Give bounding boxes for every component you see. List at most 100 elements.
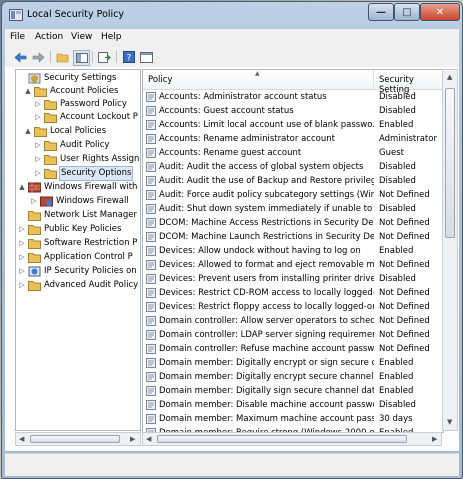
table-row[interactable]: Domain member: Digitally encrypt or sign… <box>143 356 443 370</box>
scroll-right-arrow-icon[interactable]: ▶ <box>432 435 437 443</box>
table-row[interactable]: Audit: Force audit policy subcategory se… <box>143 188 443 202</box>
title-bar[interactable]: Local Security Policy — □ ✕ <box>2 2 462 28</box>
close-button[interactable]: ✕ <box>420 3 460 21</box>
tree-horizontal-scrollbar[interactable]: ◀ ▶ <box>15 432 141 446</box>
expand-arrow-icon[interactable]: ▷ <box>18 223 26 236</box>
firewall-icon <box>28 182 41 193</box>
table-row[interactable]: Accounts: Administrator account status Di… <box>143 90 443 104</box>
list-horizontal-scrollbar[interactable]: ◀ ▶ <box>142 432 442 446</box>
security-setting-value: Not Defined <box>379 218 430 228</box>
show-hide-tree-icon[interactable] <box>73 50 90 66</box>
tree-item-security-options[interactable]: ▷ Security Options <box>34 166 134 181</box>
policy-icon <box>146 414 156 424</box>
table-row[interactable]: Audit: Shut down system immediately if u… <box>143 202 443 216</box>
tree-item-windows-firewall[interactable]: ▷ Windows Firewall <box>30 195 129 208</box>
policy-name: Domain member: Digitally encrypt or sign… <box>159 358 374 368</box>
scroll-up-arrow-icon[interactable]: ▲ <box>447 73 452 81</box>
table-row[interactable]: Devices: Allowed to format and eject rem… <box>143 258 443 272</box>
table-row[interactable]: Accounts: Limit local account use of bla… <box>143 118 443 132</box>
tree-item-label: Public Key Policies <box>44 224 122 234</box>
tree-item-application-control-policies[interactable]: ▷ Application Control P <box>18 251 133 264</box>
table-row[interactable]: Accounts: Rename guest account Guest <box>143 146 443 160</box>
tree-item-network-list-manager[interactable]: Network List Manager <box>18 209 137 222</box>
sort-arrow-icon: ▲ <box>255 70 260 77</box>
tree-item-account-policies[interactable]: ▲ Account Policies <box>24 85 118 98</box>
expand-arrow-icon[interactable]: ▷ <box>18 265 26 278</box>
tree-item-user-rights-assignment[interactable]: ▷ User Rights Assign <box>34 153 139 166</box>
table-row[interactable]: Devices: Restrict floppy access to local… <box>143 300 443 314</box>
scroll-left-arrow-icon[interactable]: ◀ <box>19 435 24 443</box>
folder-icon <box>34 87 47 97</box>
folder-icon <box>44 169 57 179</box>
policy-name: Accounts: Rename guest account <box>159 148 302 158</box>
expand-arrow-icon[interactable]: ▷ <box>34 167 42 180</box>
expand-arrow-icon[interactable]: ▷ <box>18 237 26 250</box>
tree-item-software-restriction-policies[interactable]: ▷ Software Restriction P <box>18 237 137 250</box>
table-row[interactable]: Domain controller: Refuse machine accoun… <box>143 342 443 356</box>
menu-file[interactable]: File <box>10 32 25 42</box>
expand-arrow-icon[interactable]: ▷ <box>18 251 26 264</box>
table-row[interactable]: Accounts: Guest account status Disabled <box>143 104 443 118</box>
table-row[interactable]: Audit: Audit the use of Backup and Resto… <box>143 174 443 188</box>
policy-icon <box>146 204 156 214</box>
table-row[interactable]: Audit: Audit the access of global system… <box>143 160 443 174</box>
table-row[interactable]: Devices: Allow undock without having to … <box>143 244 443 258</box>
menu-help[interactable]: Help <box>101 32 122 42</box>
tree-item-account-lockout-policy[interactable]: ▷ Account Lockout P <box>34 111 138 124</box>
scroll-left-arrow-icon[interactable]: ◀ <box>146 435 151 443</box>
forward-icon[interactable] <box>31 50 46 64</box>
table-row[interactable]: DCOM: Machine Launch Restrictions in Sec… <box>143 230 443 244</box>
tree-item-password-policy[interactable]: ▷ Password Policy <box>34 98 127 111</box>
tree-item-label: Software Restriction P <box>44 238 138 248</box>
expand-arrow-icon[interactable]: ▷ <box>34 139 42 152</box>
up-folder-icon[interactable] <box>55 50 70 64</box>
policy-icon <box>146 162 156 172</box>
tree-item-security-settings[interactable]: Security Settings <box>18 72 116 85</box>
maximize-button[interactable]: □ <box>394 3 420 21</box>
scroll-thumb[interactable] <box>157 435 407 443</box>
properties-icon[interactable] <box>139 50 154 64</box>
table-row[interactable]: Devices: Prevent users from installing p… <box>143 272 443 286</box>
tree-item-audit-policy[interactable]: ▷ Audit Policy <box>34 139 109 152</box>
collapse-arrow-icon[interactable]: ▲ <box>18 181 26 194</box>
collapse-arrow-icon[interactable]: ▲ <box>24 85 32 98</box>
table-row[interactable]: Domain controller: Allow server operator… <box>143 314 443 328</box>
minimize-button[interactable]: — <box>368 3 394 21</box>
scroll-thumb[interactable] <box>30 435 120 443</box>
export-list-icon[interactable] <box>97 50 112 64</box>
list-header: ▲ Policy Security Setting <box>143 70 443 95</box>
scroll-down-arrow-icon[interactable]: ▼ <box>447 418 452 426</box>
tree-item-label: Windows Firewall with <box>44 182 138 192</box>
menu-action[interactable]: Action <box>35 32 63 42</box>
expand-arrow-icon[interactable]: ▷ <box>34 153 42 166</box>
expand-arrow-icon[interactable]: ▷ <box>34 98 42 111</box>
menu-view[interactable]: View <box>71 32 92 42</box>
table-row[interactable]: Devices: Restrict CD-ROM access to local… <box>143 286 443 300</box>
collapse-arrow-icon[interactable]: ▲ <box>24 125 32 138</box>
list-vertical-scrollbar[interactable]: ▲ ▼ <box>442 69 458 431</box>
table-row[interactable]: Accounts: Rename administrator account Ad… <box>143 132 443 146</box>
table-row[interactable]: Domain member: Digitally encrypt secure … <box>143 370 443 384</box>
column-divider[interactable] <box>373 70 374 89</box>
table-row[interactable]: Domain member: Disable machine account p… <box>143 398 443 412</box>
tree-item-local-policies[interactable]: ▲ Local Policies <box>24 125 106 138</box>
expand-arrow-icon[interactable]: ▷ <box>18 279 26 292</box>
tree-item-ip-security-policies[interactable]: ▷ IP Security Policies on <box>18 265 137 278</box>
back-icon[interactable] <box>13 50 28 64</box>
table-row[interactable]: Domain controller: LDAP server signing r… <box>143 328 443 342</box>
policy-name: DCOM: Machine Access Restrictions in Sec… <box>159 218 374 228</box>
table-row[interactable]: Domain member: Maximum machine account p… <box>143 412 443 426</box>
tree-item-advanced-audit-policy[interactable]: ▷ Advanced Audit Policy <box>18 279 138 292</box>
table-row[interactable]: Domain member: Digitally sign secure cha… <box>143 384 443 398</box>
scroll-right-arrow-icon[interactable]: ▶ <box>130 435 135 443</box>
scroll-thumb[interactable] <box>445 88 455 238</box>
expand-arrow-icon[interactable]: ▷ <box>30 195 38 208</box>
help-icon[interactable]: ? <box>121 50 136 64</box>
column-header-policy[interactable]: Policy <box>148 75 172 85</box>
tree-item-windows-firewall-advanced[interactable]: ▲ Windows Firewall with <box>18 181 137 194</box>
policy-name: Domain member: Digitally sign secure cha… <box>159 386 374 396</box>
table-row[interactable]: DCOM: Machine Access Restrictions in Sec… <box>143 216 443 230</box>
tree-item-public-key-policies[interactable]: ▷ Public Key Policies <box>18 223 121 236</box>
security-setting-value: Not Defined <box>379 288 430 298</box>
expand-arrow-icon[interactable]: ▷ <box>34 111 42 124</box>
